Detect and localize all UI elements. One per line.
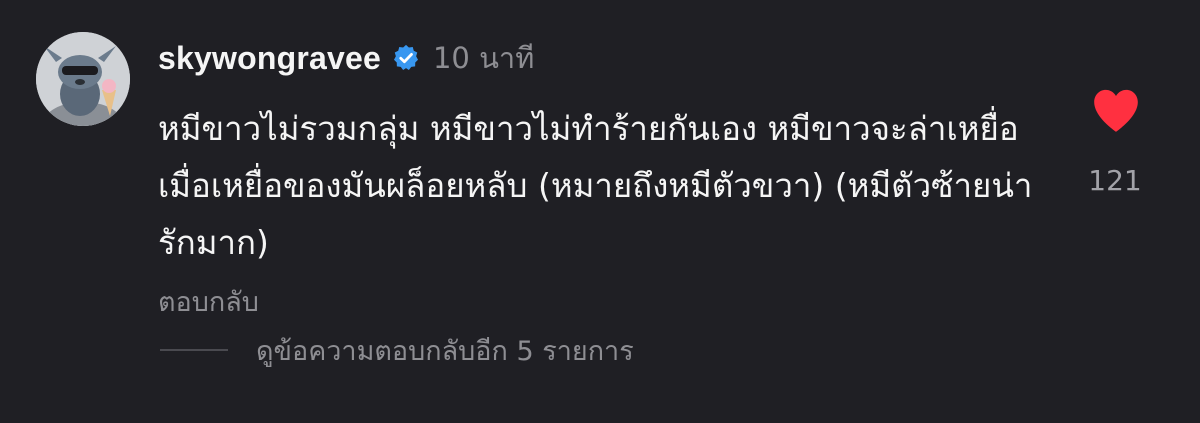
verified-badge-icon (391, 43, 421, 73)
avatar-image (36, 32, 130, 126)
like-count: 121 (1088, 164, 1142, 197)
view-more-replies-button[interactable]: ดูข้อความตอบกลับอีก 5 รายการ (160, 328, 634, 372)
replies-divider (160, 349, 228, 351)
reply-button[interactable]: ตอบกลับ (158, 280, 259, 323)
comment-text: หมีขาวไม่รวมกลุ่ม หมีขาวไม่ทำร้ายกันเอง … (158, 109, 1033, 262)
avatar[interactable] (36, 32, 130, 126)
comment-timestamp: 10 นาที (432, 41, 535, 75)
view-more-replies-label: ดูข้อความตอบกลับอีก 5 รายการ (256, 335, 634, 367)
username-link[interactable]: skywongravee (158, 40, 381, 77)
comment-header: skywongravee 10 นาที (158, 36, 534, 80)
like-button[interactable] (1089, 86, 1143, 134)
heart-icon (1094, 89, 1138, 132)
comment-item: skywongravee 10 นาที หมีขาวไม่รวมกลุ่ม ห… (0, 0, 1200, 423)
